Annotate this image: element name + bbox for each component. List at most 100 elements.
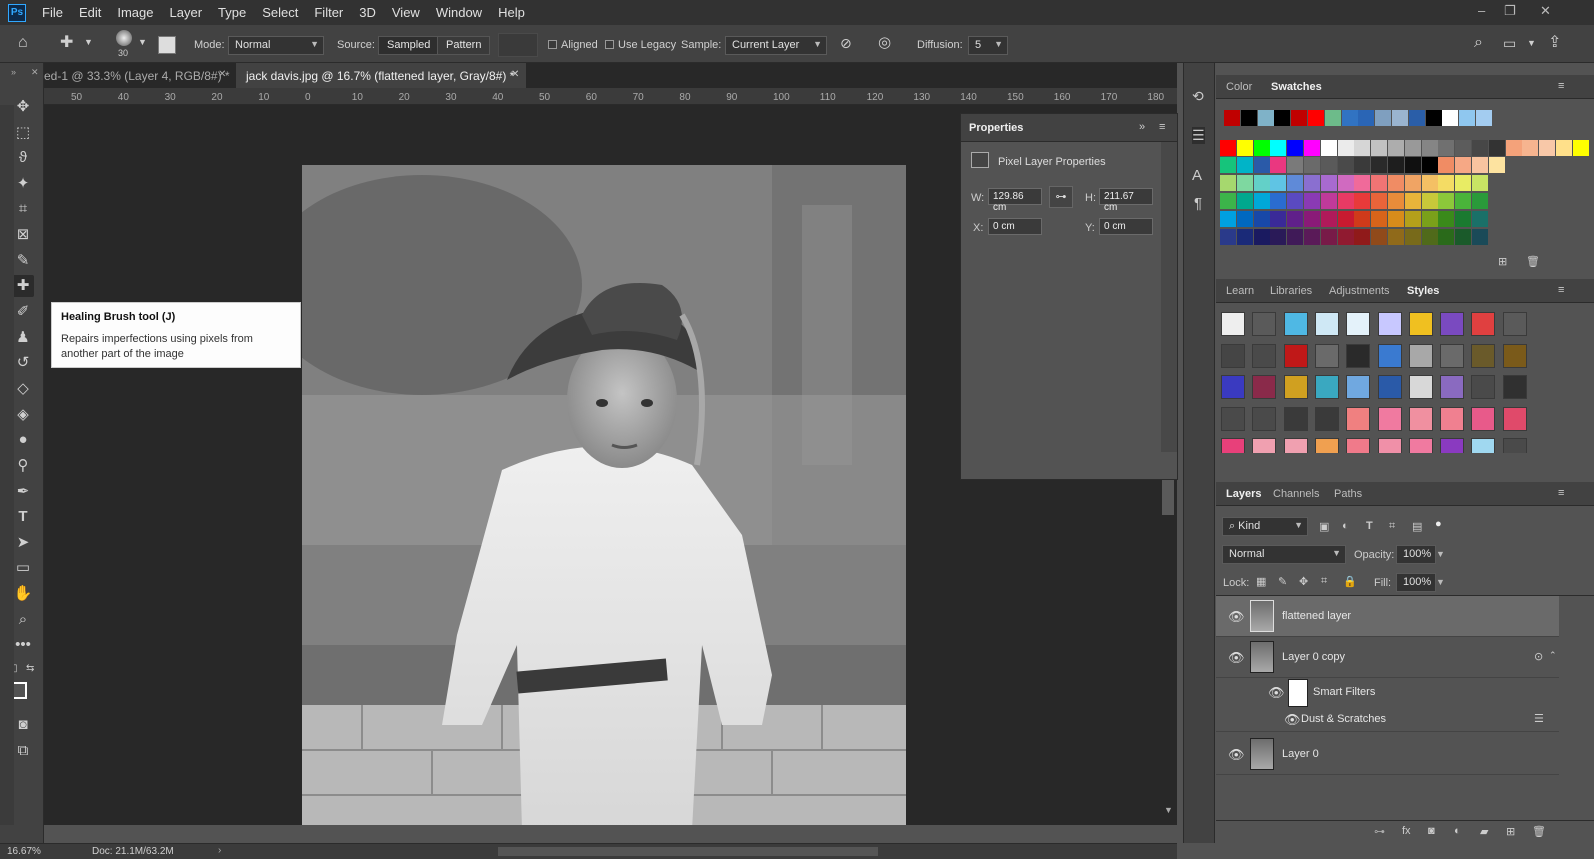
style-preset[interactable]	[1471, 438, 1496, 453]
adjustment-layer-icon[interactable]: ◐	[1454, 825, 1461, 837]
opacity-input[interactable]: 100%	[1396, 545, 1436, 564]
style-preset[interactable]	[1283, 438, 1308, 453]
menu-view[interactable]: View	[392, 5, 420, 20]
color-swatch[interactable]	[1488, 157, 1505, 173]
color-swatch[interactable]	[1224, 110, 1240, 126]
color-swatch[interactable]	[1388, 175, 1404, 191]
color-swatch[interactable]	[1236, 175, 1253, 191]
opacity-chevron-icon[interactable]: ▼	[1436, 549, 1445, 559]
hand-tool-icon[interactable]: ✋	[12, 583, 34, 605]
color-swatch[interactable]	[1220, 140, 1236, 156]
dodge-tool-icon[interactable]: ⚲	[12, 455, 34, 477]
color-swatch[interactable]	[1270, 175, 1287, 191]
lock-transparent-icon[interactable]: ▦	[1256, 575, 1266, 588]
blend-mode-select[interactable]: Normal ▼	[1222, 545, 1346, 564]
color-swatch[interactable]	[1388, 140, 1404, 156]
style-preset[interactable]	[1283, 312, 1308, 336]
tab-layers[interactable]: Layers	[1226, 488, 1261, 500]
color-swatch[interactable]	[1375, 110, 1392, 126]
style-preset[interactable]	[1408, 375, 1433, 399]
color-swatch[interactable]	[1287, 157, 1304, 173]
color-swatch[interactable]	[1253, 157, 1270, 173]
color-swatch[interactable]	[1220, 229, 1236, 245]
color-swatch[interactable]	[1442, 110, 1459, 126]
color-swatch[interactable]	[1236, 211, 1253, 227]
close-toolbar-icon[interactable]: ✕	[31, 67, 39, 78]
menu-select[interactable]: Select	[262, 5, 298, 20]
color-swatch[interactable]	[1354, 211, 1371, 227]
color-swatch[interactable]	[1320, 157, 1337, 173]
style-preset[interactable]	[1346, 312, 1371, 336]
color-swatch[interactable]	[1337, 175, 1354, 191]
color-swatch[interactable]	[1472, 140, 1488, 156]
color-swatch[interactable]	[1404, 157, 1421, 173]
color-swatch[interactable]	[1287, 193, 1304, 209]
tab-adjustments[interactable]: Adjustments	[1329, 285, 1390, 297]
share-icon[interactable]: ⇪	[1548, 35, 1561, 51]
swatches-menu-icon[interactable]: ≡	[1558, 80, 1564, 92]
tool-preset-icon[interactable]: ✚	[60, 35, 73, 51]
style-preset[interactable]	[1283, 375, 1308, 399]
color-swatch[interactable]	[1455, 175, 1472, 191]
layer-row-flattened[interactable]: 👁 flattened layer	[1216, 596, 1559, 637]
width-input[interactable]: 129.86 cm	[988, 188, 1042, 213]
style-preset[interactable]	[1346, 438, 1371, 453]
color-swatch[interactable]	[1236, 193, 1253, 209]
color-swatch[interactable]	[1455, 140, 1472, 156]
color-swatch[interactable]	[1220, 175, 1236, 191]
color-swatch[interactable]	[1421, 193, 1438, 209]
panel-menu-icon[interactable]: ≡	[1159, 121, 1165, 133]
color-swatch[interactable]	[1220, 157, 1236, 173]
layer-row-layer0-copy[interactable]: 👁 Layer 0 copy ⊙ ⌃	[1216, 637, 1559, 678]
use-legacy-checkbox[interactable]	[605, 40, 614, 49]
color-swatch[interactable]	[1408, 110, 1425, 126]
color-swatch[interactable]	[1438, 193, 1455, 209]
color-swatch[interactable]	[1304, 140, 1320, 156]
color-swatch[interactable]	[1371, 140, 1388, 156]
style-preset[interactable]	[1502, 343, 1527, 368]
color-swatch[interactable]	[1220, 193, 1236, 209]
tab-jack-davis[interactable]: jack davis.jpg @ 16.7% (flattened layer,…	[236, 63, 526, 88]
new-group-icon[interactable]: ▰	[1480, 825, 1488, 838]
style-preset[interactable]	[1252, 312, 1277, 336]
color-swatch[interactable]	[1337, 193, 1354, 209]
color-swatch[interactable]	[1354, 175, 1371, 191]
filter-smart-object-icon[interactable]: ▤	[1412, 520, 1422, 533]
color-swatch[interactable]	[1236, 157, 1253, 173]
visibility-eye-icon[interactable]: 👁	[1284, 712, 1301, 728]
color-swatch[interactable]	[1371, 229, 1388, 245]
magic-wand-tool-icon[interactable]: ✦	[12, 173, 34, 195]
style-preset[interactable]	[1377, 312, 1402, 336]
brush-tool-icon[interactable]: ✐	[12, 301, 34, 323]
visibility-eye-icon[interactable]: 👁	[1228, 650, 1245, 666]
style-preset[interactable]	[1471, 343, 1496, 368]
crop-tool-icon[interactable]: ⌗	[12, 198, 34, 220]
lasso-tool-icon[interactable]: ϑ	[12, 147, 34, 169]
lock-artboard-icon[interactable]: ⌗	[1321, 575, 1327, 588]
filter-type-icon[interactable]: T	[1366, 520, 1373, 532]
style-preset[interactable]	[1440, 343, 1465, 368]
color-swatch[interactable]	[1404, 193, 1421, 209]
color-swatch[interactable]	[1472, 211, 1488, 227]
color-swatch[interactable]	[1253, 175, 1270, 191]
color-swatch[interactable]	[1438, 175, 1455, 191]
style-preset[interactable]	[1221, 438, 1245, 453]
marquee-tool-icon[interactable]: ⬚	[12, 122, 34, 144]
color-swatch[interactable]	[1404, 175, 1421, 191]
search-icon[interactable]: ⌕	[1474, 35, 1483, 51]
color-swatch[interactable]	[1388, 229, 1404, 245]
color-swatch[interactable]	[1270, 193, 1287, 209]
color-swatch[interactable]	[1220, 211, 1236, 227]
menu-edit[interactable]: Edit	[79, 5, 101, 20]
smart-filters-row[interactable]: 👁 Smart Filters	[1216, 678, 1559, 707]
color-swatch[interactable]	[1421, 175, 1438, 191]
style-preset[interactable]	[1440, 375, 1465, 399]
minimize-button[interactable]: –	[1478, 3, 1485, 18]
style-preset[interactable]	[1221, 375, 1245, 399]
frame-tool-icon[interactable]: ⊠	[12, 224, 34, 246]
color-swatch[interactable]	[1337, 140, 1354, 156]
color-swatch[interactable]	[1476, 110, 1492, 126]
color-swatch[interactable]	[1354, 193, 1371, 209]
close-tab-icon[interactable]: ✕	[218, 69, 226, 80]
color-swatch[interactable]	[1455, 193, 1472, 209]
